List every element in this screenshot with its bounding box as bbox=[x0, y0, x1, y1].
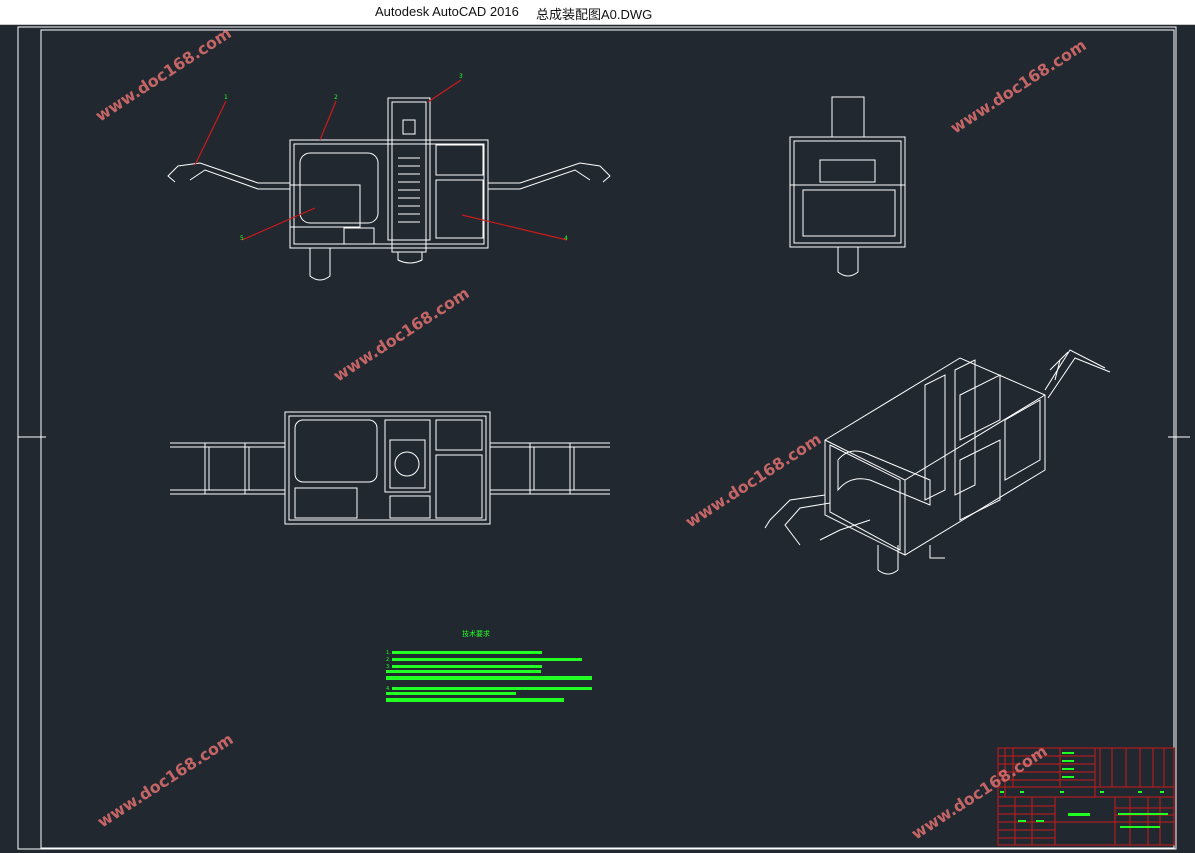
watermark-1: www.doc168.com bbox=[92, 25, 235, 125]
app-title: Autodesk AutoCAD 2016 bbox=[375, 4, 519, 19]
top-view bbox=[170, 411, 610, 525]
front-view bbox=[167, 97, 611, 281]
balloon-4: 4 bbox=[564, 235, 568, 242]
tech-req-item-4: 4. bbox=[386, 686, 391, 692]
watermark-2: www.doc168.com bbox=[947, 35, 1090, 137]
tech-req-heading: 技术要求 bbox=[462, 629, 490, 638]
tech-req-item-1: 1. bbox=[386, 650, 391, 656]
leader-lines bbox=[194, 79, 568, 241]
tech-req-item-2: 2. bbox=[386, 657, 391, 663]
side-view bbox=[789, 96, 906, 277]
balloon-5: 5 bbox=[240, 235, 244, 242]
drawing-canvas[interactable]: 1 2 3 4 5 技术要求 1. 2. 3. 4. www.doc168.co… bbox=[0, 25, 1195, 853]
sheet-border bbox=[17, 26, 1190, 850]
document-title: 总成装配图A0.DWG bbox=[536, 7, 653, 22]
window-title-bar: Autodesk AutoCAD 2016 总成装配图A0.DWG bbox=[0, 0, 1195, 25]
balloon-2: 2 bbox=[334, 94, 338, 101]
watermarks: www.doc168.com www.doc168.com www.doc168… bbox=[92, 25, 1090, 843]
watermark-3: www.doc168.com bbox=[330, 283, 473, 385]
balloon-1: 1 bbox=[224, 94, 228, 101]
watermark-4: www.doc168.com bbox=[682, 429, 825, 531]
technical-requirements: 技术要求 1. 2. 3. 4. bbox=[386, 629, 592, 702]
watermark-6: www.doc168.com bbox=[908, 741, 1051, 843]
tech-req-item-3: 3. bbox=[386, 664, 391, 670]
balloon-3: 3 bbox=[459, 73, 463, 80]
isometric-view bbox=[764, 349, 1111, 575]
watermark-5: www.doc168.com bbox=[94, 729, 237, 831]
